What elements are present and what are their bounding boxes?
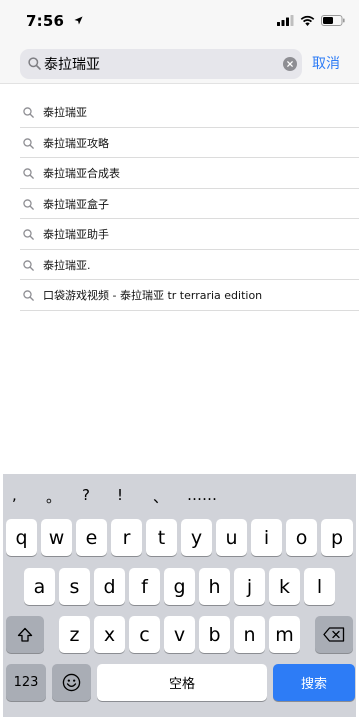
search-bar: 取消 [0, 44, 359, 84]
key-z[interactable]: z [59, 616, 90, 653]
battery-icon [321, 15, 345, 26]
suggestion-item[interactable]: 口袋游戏视频 - 泰拉瑞亚 tr terraria edition [20, 280, 359, 311]
delete-key[interactable] [315, 616, 353, 653]
cancel-button[interactable]: 取消 [312, 53, 340, 73]
key-a[interactable]: a [24, 568, 55, 605]
candidate-enumeration-comma[interactable]: 、 [153, 486, 168, 507]
space-key[interactable]: 空格 [97, 664, 267, 701]
emoji-key[interactable] [52, 664, 91, 701]
search-input[interactable] [44, 49, 276, 79]
key-u[interactable]: u [216, 519, 247, 556]
search-icon [23, 198, 34, 210]
key-p[interactable]: p [321, 519, 353, 556]
shift-key[interactable] [6, 616, 44, 653]
key-i[interactable]: i [251, 519, 282, 556]
key-m[interactable]: m [269, 616, 300, 653]
status-time: 7:56 [26, 12, 65, 30]
candidate-comma[interactable]: , [12, 486, 17, 504]
key-r[interactable]: r [111, 519, 142, 556]
search-key[interactable]: 搜索 [273, 664, 355, 701]
key-q[interactable]: q [6, 519, 37, 556]
suggestion-item[interactable]: 泰拉瑞亚 [20, 97, 359, 128]
suggestion-list: 泰拉瑞亚 泰拉瑞亚攻略 泰拉瑞亚合成表 泰拉瑞亚盒子 泰拉瑞亚助手 泰拉瑞亚. … [0, 97, 359, 311]
suggestion-text: 泰拉瑞亚盒子 [43, 197, 109, 211]
candidate-exclamation[interactable]: ! [117, 486, 123, 504]
suggestion-text: 泰拉瑞亚 [43, 106, 87, 119]
key-e[interactable]: e [76, 519, 107, 556]
shift-icon [17, 627, 33, 642]
suggestion-item[interactable]: 泰拉瑞亚攻略 [20, 128, 359, 158]
key-g[interactable]: g [164, 568, 195, 605]
search-icon [23, 259, 34, 271]
status-icons [277, 15, 345, 26]
key-w[interactable]: w [41, 519, 72, 556]
emoji-icon [62, 673, 81, 692]
candidate-bar: , 。 ? ! 、 …… [3, 482, 356, 512]
suggestion-item[interactable]: 泰拉瑞亚助手 [20, 219, 359, 250]
key-x[interactable]: x [94, 616, 125, 653]
search-icon [23, 137, 34, 149]
search-icon [23, 290, 34, 301]
search-icon [23, 168, 34, 179]
key-c[interactable]: c [129, 616, 160, 653]
search-field[interactable] [20, 49, 302, 79]
search-icon [23, 229, 34, 240]
suggestion-item[interactable]: 泰拉瑞亚合成表 [20, 158, 359, 189]
key-n[interactable]: n [234, 616, 265, 653]
key-k[interactable]: k [269, 568, 300, 605]
suggestion-text: 泰拉瑞亚合成表 [43, 167, 120, 180]
clear-search-button[interactable] [283, 57, 297, 71]
key-d[interactable]: d [94, 568, 125, 605]
suggestion-text: 泰拉瑞亚助手 [43, 228, 109, 241]
cellular-signal-icon [277, 15, 294, 26]
status-bar: 7:56 [0, 0, 359, 44]
key-h[interactable]: h [199, 568, 230, 605]
key-t[interactable]: t [146, 519, 177, 556]
location-arrow-icon [74, 16, 83, 25]
candidate-ellipsis[interactable]: …… [187, 486, 217, 504]
key-f[interactable]: f [129, 568, 160, 605]
suggestion-item[interactable]: 泰拉瑞亚. [20, 250, 359, 280]
key-v[interactable]: v [164, 616, 195, 653]
key-s[interactable]: s [59, 568, 90, 605]
wifi-icon [300, 15, 315, 26]
key-l[interactable]: l [304, 568, 335, 605]
clear-icon [287, 61, 293, 67]
candidate-question[interactable]: ? [82, 486, 90, 504]
numbers-key[interactable]: 123 [6, 664, 46, 701]
search-icon [28, 57, 41, 70]
suggestion-text: 泰拉瑞亚. [43, 258, 91, 272]
key-o[interactable]: o [286, 519, 317, 556]
key-b[interactable]: b [199, 616, 230, 653]
keyboard: , 。 ? ! 、 …… q w e r t y u i o p a s d f… [3, 474, 356, 717]
candidate-period[interactable]: 。 [46, 486, 61, 507]
suggestion-text: 口袋游戏视频 - 泰拉瑞亚 tr terraria edition [43, 289, 263, 302]
key-y[interactable]: y [181, 519, 212, 556]
search-icon [23, 107, 34, 118]
suggestion-item[interactable]: 泰拉瑞亚盒子 [20, 189, 359, 219]
suggestion-text: 泰拉瑞亚攻略 [43, 136, 109, 150]
key-j[interactable]: j [234, 568, 265, 605]
backspace-icon [323, 627, 345, 642]
